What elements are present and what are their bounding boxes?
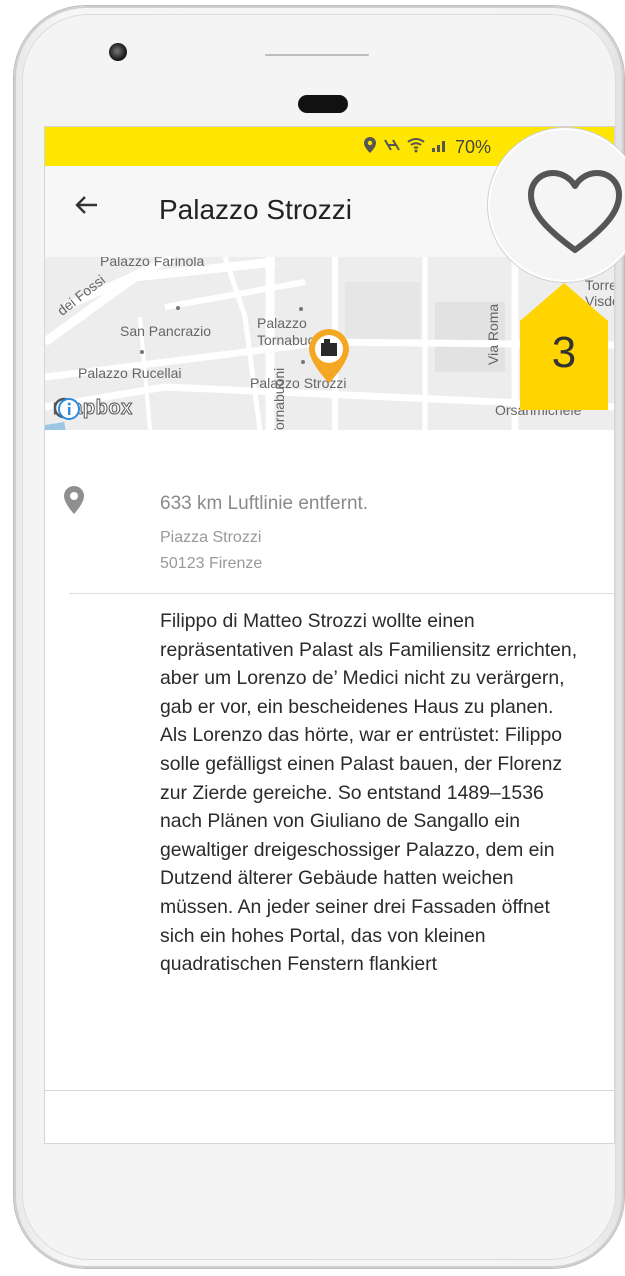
status-icons: 70% — [363, 136, 491, 159]
page-title: Palazzo Strozzi — [159, 194, 352, 225]
app-screen: 70% Palazzo Strozzi Palazzo Farinola dei… — [45, 127, 614, 1143]
nfc-icon — [383, 137, 401, 158]
annotation-step-number: 3 — [551, 328, 577, 377]
map-label: Palazzo Farinola — [100, 257, 205, 269]
map-label: Via Roma — [485, 303, 501, 365]
address-city: 50123 Firenze — [160, 555, 263, 572]
mapbox-attribution[interactable]: mapbox — [53, 397, 133, 420]
wifi-icon — [407, 137, 425, 158]
content-bottom-border — [45, 1090, 614, 1091]
address-street: Piazza Strozzi — [160, 529, 262, 546]
distance-text: 633 km Luftlinie entfernt. — [160, 493, 369, 514]
earpiece — [298, 95, 348, 113]
map-label: Tornabuoni — [271, 367, 287, 430]
location-marker-icon[interactable] — [307, 327, 351, 385]
arrow-left-icon — [75, 196, 97, 214]
battery-text: 70% — [455, 137, 492, 157]
description-text: Filippo di Matteo Strozzi wollte einen r… — [160, 610, 578, 976]
signal-icon — [431, 137, 449, 158]
front-camera-icon — [109, 43, 127, 61]
divider — [69, 593, 614, 594]
speaker-grille — [265, 54, 369, 56]
location-pin-icon — [64, 486, 84, 514]
map-label: Palazzo Rucellai — [78, 365, 182, 381]
favorite-button[interactable] — [525, 168, 625, 256]
location-icon — [363, 136, 377, 159]
map-label: San Pancrazio — [120, 323, 212, 339]
back-button[interactable] — [73, 191, 107, 225]
heart-icon — [528, 170, 622, 253]
info-icon[interactable] — [57, 397, 81, 421]
